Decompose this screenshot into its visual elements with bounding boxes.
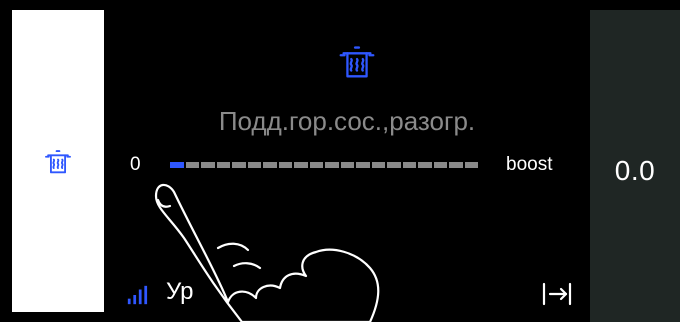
slider-segment[interactable] [201, 162, 215, 168]
slider-segment[interactable] [216, 162, 230, 168]
exit-arrow-icon[interactable] [540, 282, 574, 306]
chevron-up-icon: ︿ [358, 283, 377, 303]
power-level-button[interactable]: Ур ности ︿ [166, 278, 377, 306]
slider-active-segment[interactable] [170, 162, 184, 168]
slider-segment[interactable] [263, 162, 277, 168]
slider-segment[interactable] [185, 162, 199, 168]
left-edge [0, 0, 12, 322]
cooking-pot-steam-icon [339, 46, 375, 78]
zone-power-value: 0.0 [614, 155, 656, 186]
slider-min-label: 0 [130, 154, 141, 175]
cooking-pot-steam-icon [45, 150, 71, 174]
slider-max-label: boost [506, 154, 553, 175]
slider-segment[interactable] [232, 162, 246, 168]
slider-segment[interactable] [464, 162, 478, 168]
slider-segment[interactable] [325, 162, 339, 168]
zone-value-panel[interactable]: 0.0 [590, 10, 680, 322]
function-panel: Подд.гор.сос.,разогр. 0 boost Ур ности ︿ [104, 0, 590, 322]
slider-segment[interactable] [371, 162, 385, 168]
power-level-label-tail: ности [285, 278, 349, 305]
slider-segment[interactable] [387, 162, 401, 168]
mode-title: Подд.гор.сос.,разогр. [218, 106, 476, 136]
power-level-label: Ур [166, 278, 194, 305]
power-level-slider[interactable] [170, 160, 478, 170]
power-level-icon[interactable] [126, 284, 148, 306]
bottom-controls: Ур ности ︿ [104, 276, 590, 310]
slider-segment[interactable] [418, 162, 432, 168]
slider-segment[interactable] [340, 162, 354, 168]
slider-segment[interactable] [449, 162, 463, 168]
slider-segment[interactable] [278, 162, 292, 168]
selected-zone-panel[interactable] [12, 10, 104, 312]
slider-segment[interactable] [433, 162, 447, 168]
slider-segment[interactable] [402, 162, 416, 168]
slider-segment[interactable] [294, 162, 308, 168]
cooktop-display: Подд.гор.сос.,разогр. 0 boost Ур ности ︿ [0, 0, 680, 322]
slider-segment[interactable] [247, 162, 261, 168]
slider-segment[interactable] [356, 162, 370, 168]
slider-segment[interactable] [309, 162, 323, 168]
